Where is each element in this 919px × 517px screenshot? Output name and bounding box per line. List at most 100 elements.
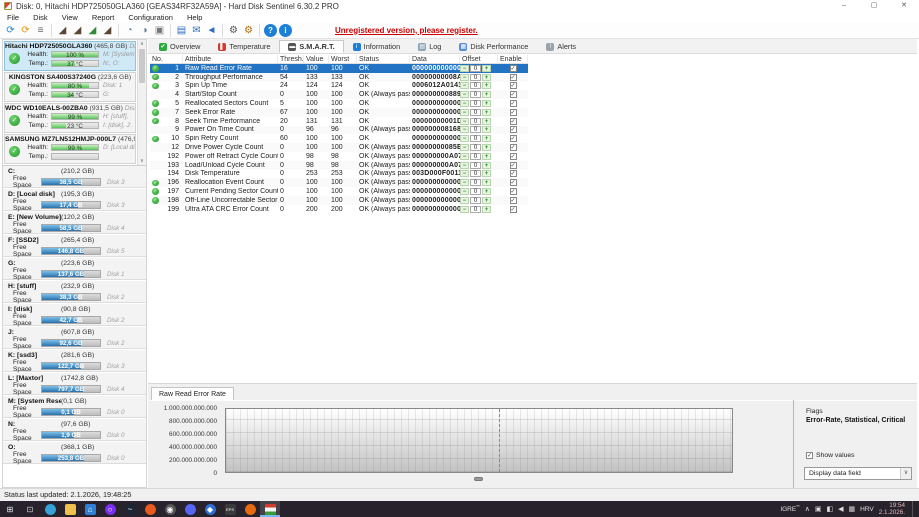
hidden-icons-chevron[interactable]: ∧ <box>805 505 810 513</box>
printer-icon[interactable]: ▣ <box>153 24 166 37</box>
partition-row[interactable]: F: [SSD2] (265,4 GB) Free Space 146,8 GB Dis… <box>3 235 146 258</box>
offset-plus-button[interactable]: + <box>482 205 491 213</box>
tray-volume-icon[interactable]: ◀ <box>838 505 843 513</box>
tab-s-m-a-r-t-[interactable]: ▬ S.M.A.R.T. <box>279 40 344 53</box>
offset-plus-button[interactable]: + <box>482 108 491 116</box>
offset-minus-button[interactable]: − <box>460 135 469 143</box>
partition-row[interactable]: O: (368,1 GB) Free Space 253,8 GB Disk 0 <box>3 442 146 465</box>
drive-rescan-icon[interactable]: ◢ <box>56 24 69 37</box>
menu-disk[interactable]: Disk <box>26 13 55 22</box>
scroll-down-icon[interactable]: ∨ <box>138 157 146 165</box>
offset-minus-button[interactable]: − <box>460 117 469 125</box>
offset-minus-button[interactable]: − <box>460 205 469 213</box>
offset-plus-button[interactable]: + <box>482 82 491 90</box>
scroll-thumb[interactable] <box>139 49 145 83</box>
display-data-field-dropdown[interactable]: Display data field ∨ <box>804 467 912 480</box>
register-notice-link[interactable]: Unregistered version, please register. <box>335 26 478 35</box>
column-header-value[interactable]: Value <box>304 55 329 63</box>
offset-plus-button[interactable]: + <box>482 170 491 178</box>
column-header-worst[interactable]: Worst <box>329 55 357 63</box>
offset-plus-button[interactable]: + <box>482 117 491 125</box>
scroll-up-icon[interactable]: ∧ <box>138 40 146 48</box>
partition-row[interactable]: G: (223,6 GB) Free Space 137,6 GB Disk 1 <box>3 258 146 281</box>
menu-file[interactable]: File <box>0 13 26 22</box>
offset-plus-button[interactable]: + <box>482 64 491 72</box>
offset-minus-button[interactable]: − <box>460 126 469 134</box>
smart-row[interactable]: ✓198Off-Line Uncorrectable Sector Count0… <box>150 195 528 205</box>
store-app[interactable]: ⌂ <box>80 501 100 517</box>
tray-network-icon[interactable]: ▦ <box>849 505 856 513</box>
chevron-down-icon[interactable]: ∨ <box>900 468 911 479</box>
column-header-offset[interactable]: Offset <box>460 55 498 63</box>
enable-checkbox[interactable]: ✓ <box>509 108 517 116</box>
show-desktop-button[interactable] <box>912 501 916 517</box>
tray-toolbar-label[interactable]: IGRE** <box>780 504 799 513</box>
start-button[interactable]: ⊞ <box>0 501 20 517</box>
offset-minus-button[interactable]: − <box>460 100 469 108</box>
blue-cloud-app[interactable]: ◆ <box>200 501 220 517</box>
partition-row[interactable]: E: [New Volume] (120,2 GB) Free Space 58,5 … <box>3 212 146 235</box>
partition-row[interactable]: D: [Local disk] (195,3 GB) Free Space 17,4 … <box>3 189 146 212</box>
firefox-app[interactable] <box>240 501 260 517</box>
drive-search-icon[interactable]: ◢ <box>101 24 114 37</box>
tab-alerts[interactable]: ! Alerts <box>537 40 585 53</box>
tab-disk-performance[interactable]: ▦ Disk Performance <box>450 40 537 53</box>
enable-checkbox[interactable]: ✓ <box>509 144 517 152</box>
menu-help[interactable]: Help <box>180 13 209 22</box>
offset-plus-button[interactable]: + <box>482 188 491 196</box>
offset-plus-button[interactable]: + <box>482 73 491 81</box>
offset-minus-button[interactable]: − <box>460 188 469 196</box>
partition-row[interactable]: I: [disk] (90,8 GB) Free Space 42,7 GB Disk … <box>3 304 146 327</box>
surface-list-icon[interactable]: ≡ <box>34 24 47 37</box>
enable-checkbox[interactable]: ✓ <box>509 82 517 90</box>
offset-minus-button[interactable]: − <box>460 196 469 204</box>
menu-view[interactable]: View <box>55 13 85 22</box>
enable-checkbox[interactable]: ✓ <box>509 188 517 196</box>
offset-plus-button[interactable]: + <box>482 135 491 143</box>
enable-checkbox[interactable]: ✓ <box>509 170 517 178</box>
smart-row[interactable]: 194 Disk Temperature 0 253 253 OK (Always pas… <box>150 170 528 179</box>
enable-checkbox[interactable]: ✓ <box>509 196 517 204</box>
discord-app[interactable] <box>180 501 200 517</box>
tab-temperature[interactable]: ▌ Temperature <box>209 40 279 53</box>
smart-row[interactable]: 192 Power off Retract Cycle Count 0 98 98 OK … <box>150 152 528 161</box>
hdsentinel-app[interactable] <box>260 501 280 517</box>
offset-plus-button[interactable]: + <box>482 144 491 152</box>
maximize-button[interactable]: ▢ <box>859 0 889 12</box>
enable-checkbox[interactable]: ✓ <box>509 179 517 187</box>
message-icon[interactable]: ◄ <box>205 24 218 37</box>
drive-accept-icon[interactable]: ◢ <box>86 24 99 37</box>
menu-report[interactable]: Report <box>85 13 122 22</box>
disk-list-scrollbar[interactable]: ∧ ∨ <box>137 40 146 165</box>
enable-checkbox[interactable]: ✓ <box>509 100 517 108</box>
purple-ring-app[interactable]: ○ <box>100 501 120 517</box>
column-header-no[interactable]: No. <box>150 55 183 63</box>
offset-minus-button[interactable]: − <box>460 144 469 152</box>
column-header-status[interactable]: Status <box>357 55 410 63</box>
offset-minus-button[interactable]: − <box>460 152 469 160</box>
enable-checkbox[interactable]: ✓ <box>509 64 517 72</box>
enable-checkbox[interactable]: ✓ <box>509 135 517 143</box>
offset-plus-button[interactable]: + <box>482 91 491 99</box>
enable-checkbox[interactable]: ✓ <box>509 117 517 125</box>
partition-row[interactable]: N: (97,6 GB) Free Space 1,9 GB Disk 0 <box>3 419 146 442</box>
task-view-button[interactable]: ⊡ <box>20 501 40 517</box>
offset-minus-button[interactable]: − <box>460 91 469 99</box>
smart-row[interactable]: ✓ 197 Current Pending Sector Count 0 100 100 O… <box>150 187 528 196</box>
disk-entry[interactable]: WDC WD10EALS-00ZBA0 (931,5 GB) Disk 2✓He… <box>4 103 136 133</box>
smart-row[interactable]: ✓ 1 Raw Read Error Rate 16 100 100 OK 000000000… <box>150 64 528 73</box>
close-button[interactable]: ✕ <box>889 0 919 12</box>
chart-horizontal-slider[interactable] <box>474 477 483 481</box>
partition-row[interactable]: L: [Maxtor] (1742,8 GB) Free Space 797,7 GB… <box>3 373 146 396</box>
smart-row[interactable]: ✓ 2 Throughput Performance 54 133 133 OK 000000… <box>150 72 528 82</box>
enable-checkbox[interactable]: ✓ <box>509 126 517 134</box>
mail-icon[interactable]: ✉ <box>190 24 203 37</box>
smart-row[interactable]: ✓ 5 Reallocated Sectors Count 5 100 100 OK 0000… <box>150 99 528 108</box>
tray-app1-icon[interactable]: ▣ <box>815 505 822 513</box>
offset-minus-button[interactable]: − <box>460 108 469 116</box>
dark-swoosh-app[interactable]: ~ <box>120 501 140 517</box>
enable-checkbox[interactable]: ✓ <box>509 161 517 169</box>
offset-minus-button[interactable]: − <box>460 179 469 187</box>
smart-row[interactable]: 9 Power On Time Count 0 96 96 OK (Always pass… <box>150 125 528 135</box>
disk-entry[interactable]: SAMSUNG MZ7LN512HMJP-000L7 (476,9 GB)✓He… <box>4 134 136 164</box>
